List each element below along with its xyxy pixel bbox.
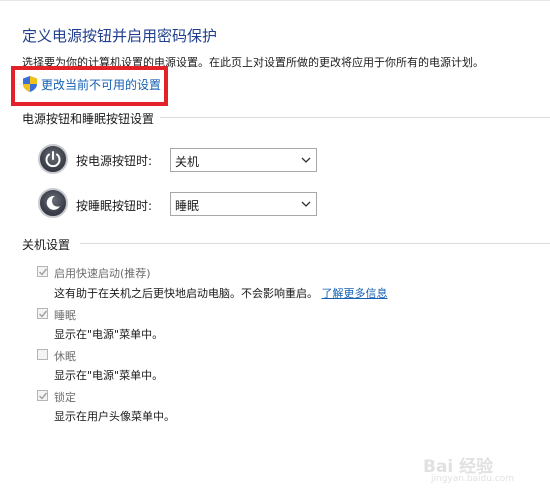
power-options-page: 定义电源按钮并启用密码保护 选择要为你的计算机设置的电源设置。在此页上对设置所做… xyxy=(0,0,550,500)
hibernate-option-description: 显示在"电源"菜单中。 xyxy=(54,369,164,382)
chevron-down-icon xyxy=(301,201,311,207)
fast-startup-label: 启用快速启动(推荐) xyxy=(54,267,151,280)
shutdown-section-title: 关机设置 xyxy=(22,236,77,253)
section-divider xyxy=(80,243,550,244)
power-button-label: 按电源按钮时: xyxy=(76,154,153,168)
fast-startup-description: 这有助于在关机之后更快地启动电脑。不会影响重启。 了解更多信息 xyxy=(54,285,388,301)
sleep-button-action-select[interactable]: 睡眠 xyxy=(170,192,317,216)
checkmark-icon xyxy=(39,310,48,318)
baidu-jingyan-watermark: Bai 经验 jingyan.baidu.com xyxy=(423,452,523,492)
lock-option-label: 锁定 xyxy=(54,391,76,404)
hibernate-checkbox[interactable] xyxy=(37,349,48,360)
sleep-button-label: 按睡眠按钮时: xyxy=(76,199,153,213)
chevron-down-icon xyxy=(301,157,311,163)
power-button-action-value: 关机 xyxy=(175,155,200,169)
page-title: 定义电源按钮并启用密码保护 xyxy=(22,27,218,45)
sleep-checkbox[interactable] xyxy=(37,308,48,319)
checkmark-icon xyxy=(39,268,48,276)
lock-option-description: 显示在用户头像菜单中。 xyxy=(54,410,175,423)
section-divider xyxy=(160,117,550,118)
power-buttons-section-title: 电源按钮和睡眠按钮设置 xyxy=(22,110,161,127)
lock-checkbox[interactable] xyxy=(37,390,48,401)
sleep-option-description: 显示在"电源"菜单中。 xyxy=(54,328,164,341)
sleep-button-action-value: 睡眠 xyxy=(175,199,200,213)
change-unavailable-settings-link[interactable]: 更改当前不可用的设置 xyxy=(41,76,161,93)
hibernate-option-label: 休眠 xyxy=(54,350,76,363)
learn-more-link[interactable]: 了解更多信息 xyxy=(322,287,388,300)
sleep-option-label: 睡眠 xyxy=(54,309,76,322)
checkmark-icon xyxy=(39,392,48,400)
top-divider xyxy=(0,0,550,1)
fast-startup-checkbox[interactable] xyxy=(37,266,48,277)
power-button-action-select[interactable]: 关机 xyxy=(170,148,317,172)
sleep-button-icon xyxy=(38,188,68,218)
shield-icon xyxy=(23,76,37,92)
watermark-url: jingyan.baidu.com xyxy=(431,474,515,484)
fast-startup-description-text: 这有助于在关机之后更快地启动电脑。不会影响重启。 xyxy=(54,287,318,300)
power-button-icon xyxy=(38,144,68,174)
